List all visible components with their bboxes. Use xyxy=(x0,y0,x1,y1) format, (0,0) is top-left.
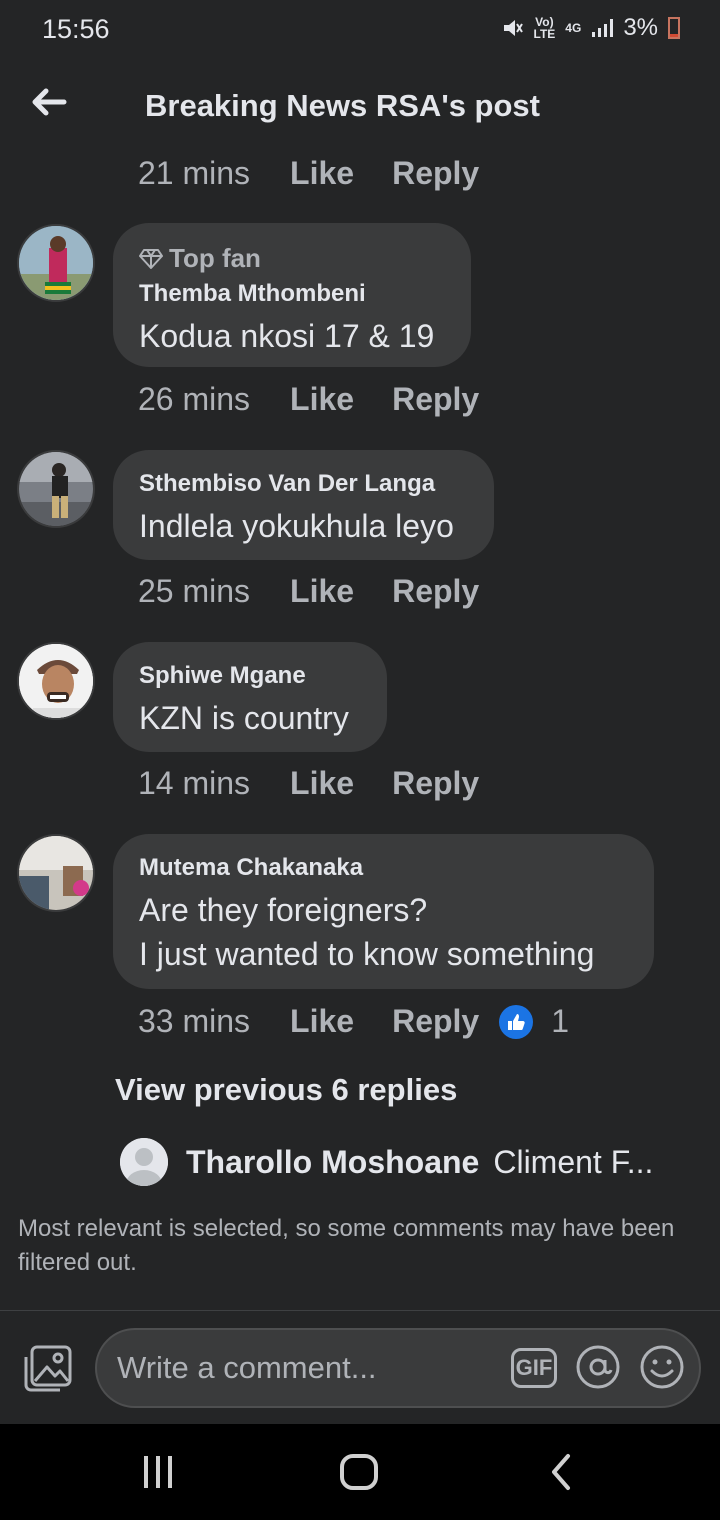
reply-author-name: Tharollo Moshoane xyxy=(186,1143,480,1180)
comment-input[interactable] xyxy=(117,1344,497,1392)
comment-bubble: Sthembiso Van Der Langa Indlela yokukhul… xyxy=(113,450,494,560)
reaction-summary[interactable]: 1 xyxy=(499,1003,569,1040)
comment-text: Indlela yokukhula leyo xyxy=(139,508,454,544)
avatar[interactable] xyxy=(17,450,95,528)
home-icon[interactable] xyxy=(338,1452,380,1492)
comment-composer: GIF xyxy=(0,1311,720,1423)
system-nav-bar xyxy=(0,1424,720,1520)
comment-text-line: I just wanted to know something xyxy=(139,936,595,972)
reply-button[interactable]: Reply xyxy=(392,765,479,802)
commenter-name[interactable]: Sthembiso Van Der Langa xyxy=(139,470,468,498)
filter-notice: Most relevant is selected, so some comme… xyxy=(18,1215,675,1276)
comment-bubble: Sphiwe Mgane KZN is country xyxy=(113,642,387,752)
like-button[interactable]: Like xyxy=(290,573,354,610)
like-button[interactable]: Like xyxy=(290,1003,354,1040)
comment-time: 14 mins xyxy=(138,765,251,801)
photo-icon[interactable] xyxy=(22,1343,74,1393)
comment-text-line: Are they foreigners? xyxy=(139,892,428,928)
reply-button[interactable]: Reply xyxy=(392,381,479,418)
comment-meta-row: 21 mins Like Reply xyxy=(138,155,479,192)
comment-meta-row: 25 mins Like Reply xyxy=(138,573,479,610)
like-button[interactable]: Like xyxy=(290,381,354,418)
view-previous-replies-link[interactable]: View previous 6 replies xyxy=(115,1072,457,1108)
default-avatar xyxy=(120,1138,168,1186)
like-reaction-icon xyxy=(499,1004,534,1039)
status-bar: 15:56 Vo) LTE 4G 3% xyxy=(0,0,720,60)
comment-time: 21 mins xyxy=(138,155,251,191)
data-type-indicator: 4G xyxy=(565,21,582,35)
like-button[interactable]: Like xyxy=(290,765,354,802)
avatar[interactable] xyxy=(17,224,95,302)
reaction-count: 1 xyxy=(551,1003,570,1039)
signal-icon xyxy=(592,19,614,37)
comment-meta-row: 14 mins Like Reply xyxy=(138,765,479,802)
avatar[interactable] xyxy=(17,642,95,720)
reply-button[interactable]: Reply xyxy=(392,573,479,610)
status-icons: Vo) LTE 4G 3% xyxy=(502,14,680,42)
recent-apps-icon[interactable] xyxy=(140,1452,176,1492)
mute-icon xyxy=(503,20,523,36)
header: Breaking News RSA's post xyxy=(0,60,720,160)
comment-time: 26 mins xyxy=(138,381,251,417)
avatar-photo xyxy=(19,644,93,718)
commenter-name[interactable]: Sphiwe Mgane xyxy=(139,662,361,690)
top-fan-badge: Top fan xyxy=(139,243,445,274)
reply-button[interactable]: Reply xyxy=(392,155,479,192)
reply-button[interactable]: Reply xyxy=(392,1003,479,1040)
comment-time: 33 mins xyxy=(138,1003,251,1039)
battery-percent: 3% xyxy=(623,14,658,41)
comment-time: 25 mins xyxy=(138,573,251,609)
avatar-photo xyxy=(19,452,93,526)
reply-snippet: Climent F... xyxy=(493,1143,654,1180)
like-button[interactable]: Like xyxy=(290,155,354,192)
page-title: Breaking News RSA's post xyxy=(145,88,540,123)
gif-button[interactable]: GIF xyxy=(511,1348,557,1388)
comment-meta-row: 33 mins Like Reply 1 xyxy=(138,1003,569,1040)
status-time: 15:56 xyxy=(42,14,110,44)
commenter-name[interactable]: Mutema Chakanaka xyxy=(139,854,628,882)
reply-preview[interactable]: Tharollo Moshoane Climent F... xyxy=(120,1138,653,1186)
emoji-icon[interactable] xyxy=(639,1344,685,1390)
avatar[interactable] xyxy=(17,834,95,912)
comment-bubble: Mutema Chakanaka Are they foreigners? I … xyxy=(113,834,654,989)
commenter-name[interactable]: Themba Mthombeni xyxy=(139,280,445,308)
comment-bubble: Top fan Themba Mthombeni Kodua nkosi 17 … xyxy=(113,223,471,367)
avatar-photo xyxy=(19,836,93,910)
comment-text: KZN is country xyxy=(139,700,349,736)
volte-indicator: Vo) LTE xyxy=(533,15,556,41)
comment-meta-row: 26 mins Like Reply xyxy=(138,381,479,418)
back-arrow-icon[interactable] xyxy=(28,82,68,122)
comment-text: Kodua nkosi 17 & 19 xyxy=(139,318,435,354)
battery-icon xyxy=(668,17,680,39)
comment-box[interactable]: GIF xyxy=(95,1328,701,1408)
avatar-photo xyxy=(19,226,93,300)
diamond-icon xyxy=(139,248,163,269)
back-nav-icon[interactable] xyxy=(546,1452,576,1492)
mention-icon[interactable] xyxy=(575,1344,621,1390)
